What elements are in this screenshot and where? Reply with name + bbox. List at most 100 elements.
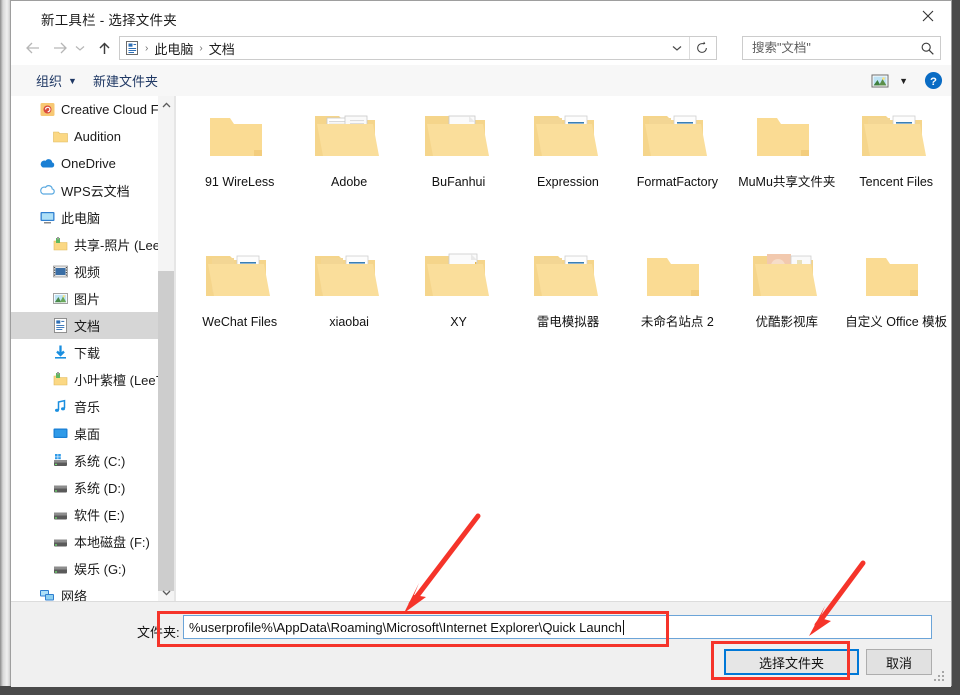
sidebar-item-6[interactable]: 视频 (11, 258, 158, 285)
folder-media-icon (641, 106, 713, 168)
up-button[interactable] (91, 35, 117, 61)
search-icon (915, 41, 940, 56)
system-drive-icon (52, 452, 69, 469)
chevron-down-icon[interactable]: ▼ (893, 76, 918, 86)
downloads-icon (52, 344, 69, 361)
resize-grip-icon[interactable] (934, 671, 946, 683)
pane-splitter[interactable] (174, 96, 176, 601)
file-item[interactable]: 自定义 Office 模板 (842, 242, 951, 382)
cancel-button[interactable]: 取消 (866, 649, 932, 675)
sidebar-item-label: Audition (74, 129, 121, 144)
file-item[interactable]: MuMu共享文件夹 (732, 102, 841, 242)
file-item[interactable]: Tencent Files (842, 102, 951, 242)
sidebar-item-4[interactable]: 此电脑 (11, 204, 158, 231)
folder-media-icon (313, 246, 385, 308)
sidebar-item-8[interactable]: 文档 (11, 312, 158, 339)
file-row: WeChat Files xiaobai XY 雷电模拟器 未命名站点 2 优酷… (185, 242, 951, 382)
sidebar-item-2[interactable]: OneDrive (11, 150, 158, 177)
scrollbar-thumb[interactable] (158, 271, 174, 591)
documents-icon (124, 40, 140, 56)
sidebar-item-14[interactable]: 系统 (D:) (11, 474, 158, 501)
search-box[interactable] (742, 36, 941, 60)
navigation-scrollbar[interactable] (158, 96, 174, 601)
sidebar-item-label: 文档 (74, 319, 101, 334)
sidebar-item-15[interactable]: 软件 (E:) (11, 501, 158, 528)
file-item[interactable]: FormatFactory (623, 102, 732, 242)
file-item-label: 优酷影视库 (755, 315, 819, 329)
file-item[interactable]: 优酷影视库 (732, 242, 841, 382)
sidebar-item-0[interactable]: Creative Cloud F (11, 96, 158, 123)
view-layout-icon[interactable] (867, 73, 893, 89)
sidebar-item-16[interactable]: 本地磁盘 (F:) (11, 528, 158, 555)
folder-media-icon (532, 106, 604, 168)
sidebar-item-label: 本地磁盘 (F:) (74, 535, 150, 550)
file-row: 91 WireLess Adobe BuFanhui Expression Fo… (185, 102, 951, 242)
drive-icon (52, 506, 69, 523)
file-item[interactable]: WeChat Files (185, 242, 294, 382)
svg-text:?: ? (930, 76, 937, 88)
file-item[interactable]: Adobe (294, 102, 403, 242)
address-dropdown-button[interactable] (667, 37, 687, 59)
sidebar-item-10[interactable]: 小叶紫檀 (Lee77 (11, 366, 158, 393)
organize-menu-button[interactable]: 组织 ▼ (29, 65, 84, 96)
breadcrumb-item-0[interactable]: 此电脑 (153, 39, 194, 58)
folder-empty-icon (860, 246, 932, 308)
sidebar-item-label: WPS云文档 (61, 184, 130, 199)
file-item[interactable]: BuFanhui (404, 102, 513, 242)
file-item-label: BuFanhui (431, 175, 486, 189)
sidebar-item-label: 桌面 (74, 427, 101, 442)
arrow-right-icon (53, 42, 67, 54)
search-input[interactable] (750, 40, 915, 56)
sidebar-item-17[interactable]: 娱乐 (G:) (11, 555, 158, 582)
file-item[interactable]: Expression (513, 102, 622, 242)
address-bar[interactable]: › 此电脑 › 文档 (119, 36, 717, 60)
organize-label: 组织 (36, 74, 63, 89)
sidebar-item-5[interactable]: 共享-照片 (Lee7 (11, 231, 158, 258)
refresh-button[interactable] (689, 37, 714, 59)
shared-folder-icon (52, 236, 69, 253)
dialog-title: 新工具栏 - 选择文件夹 (41, 13, 177, 28)
folder-path-input[interactable]: %userprofile%\AppData\Roaming\Microsoft\… (183, 615, 932, 639)
network-icon (39, 587, 56, 601)
scroll-up-button[interactable] (158, 96, 174, 113)
forward-button[interactable] (47, 35, 73, 61)
recent-locations-button[interactable] (71, 35, 89, 61)
breadcrumb-item-1[interactable]: 文档 (208, 39, 236, 58)
sidebar-item-7[interactable]: 图片 (11, 285, 158, 312)
file-item-label: Adobe (331, 175, 368, 189)
sidebar-item-11[interactable]: 音乐 (11, 393, 158, 420)
file-item[interactable]: XY (404, 242, 513, 382)
new-folder-button[interactable]: 新建文件夹 (86, 65, 165, 96)
file-item-label: WeChat Files (202, 315, 278, 329)
sidebar-item-18[interactable]: 网络 (11, 582, 158, 601)
folder-document-icon (423, 246, 495, 308)
select-folder-button[interactable]: 选择文件夹 (724, 649, 859, 675)
back-button[interactable] (19, 35, 45, 61)
address-bar-row: › 此电脑 › 文档 (11, 33, 951, 64)
folder-empty-icon (204, 106, 276, 168)
close-icon (922, 10, 934, 22)
file-item[interactable]: 未命名站点 2 (623, 242, 732, 382)
sidebar-item-label: 共享-照片 (Lee7 (74, 238, 158, 253)
scroll-down-button[interactable] (158, 584, 174, 601)
sidebar-item-13[interactable]: 系统 (C:) (11, 447, 158, 474)
file-item-label: XY (450, 315, 467, 329)
file-item[interactable]: xiaobai (294, 242, 403, 382)
desktop-icon (52, 425, 69, 442)
sidebar-item-label: 网络 (61, 589, 88, 601)
help-button[interactable]: ? (924, 71, 943, 90)
close-button[interactable] (905, 1, 951, 31)
sidebar-item-12[interactable]: 桌面 (11, 420, 158, 447)
sidebar-item-1[interactable]: Audition (11, 123, 158, 150)
file-item[interactable]: 雷电模拟器 (513, 242, 622, 382)
breadcrumb-separator: › (145, 42, 149, 54)
file-item-label: 自定义 Office 模板 (845, 315, 948, 329)
wps-cloud-icon (39, 182, 56, 199)
sidebar-item-9[interactable]: 下载 (11, 339, 158, 366)
sidebar-item-3[interactable]: WPS云文档 (11, 177, 158, 204)
screenshot-root: 新工具栏 - 选择文件夹 › 此电脑 › 文档 搜索"文档" 组织 ▼ 新建文件… (0, 0, 960, 695)
breadcrumb-separator: › (199, 42, 203, 54)
pictures-icon (52, 290, 69, 307)
file-item[interactable]: 91 WireLess (185, 102, 294, 242)
drive-icon (52, 560, 69, 577)
